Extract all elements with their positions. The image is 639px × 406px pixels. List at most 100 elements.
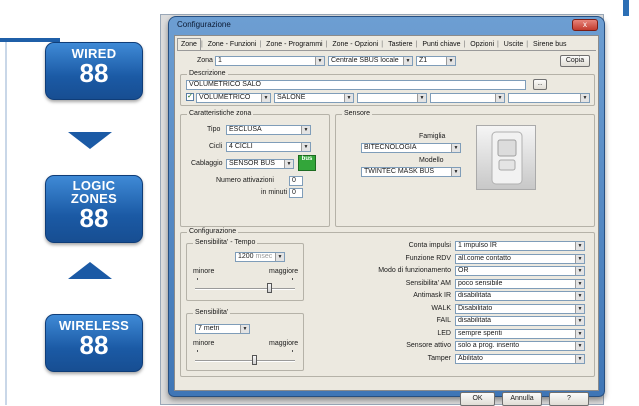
descrizione-select-2[interactable]: SALONE ▼: [274, 93, 354, 103]
param-select[interactable]: 1 impulso IR ▼: [455, 241, 585, 251]
minuti-input[interactable]: 0: [289, 188, 303, 198]
param-value: 1 impulso IR: [458, 242, 497, 249]
param-select[interactable]: OR ▼: [455, 266, 585, 276]
chevron-down-icon: ▼: [495, 94, 504, 102]
sensibilita-slider-thumb[interactable]: [252, 355, 257, 365]
zone-code-select[interactable]: Z1 ▼: [416, 56, 456, 66]
param-select[interactable]: Abilitato ▼: [455, 353, 585, 364]
sens-tempo-title: Sensibilita' - Tempo: [193, 239, 258, 246]
help-button[interactable]: ?: [549, 392, 589, 406]
zona-value: 1: [218, 57, 222, 64]
maggiore-label: maggiore: [269, 340, 299, 347]
tab-zone[interactable]: Zone: [177, 38, 201, 50]
tab-zone-programmi[interactable]: Zone - Programmi: [263, 39, 325, 50]
configurazione-group: Configurazione Sensibilita' - Tempo 1200…: [180, 228, 595, 377]
descrizione-select-4[interactable]: ▼: [430, 93, 505, 103]
param-select[interactable]: solo a prog. inserito ▼: [455, 341, 585, 351]
sens-tempo-value: 1200: [238, 253, 254, 260]
cablaggio-select[interactable]: SENSOR BUS ▼: [226, 159, 294, 169]
title-bar[interactable]: Configurazione x: [169, 17, 604, 34]
tab-zone-opzioni[interactable]: Zone - Opzioni: [329, 39, 381, 50]
param-value: Disabilitato: [458, 304, 493, 312]
param-value: disabilitata: [458, 292, 492, 299]
chevron-down-icon: ▼: [575, 242, 584, 250]
tab-tastiere[interactable]: Tastiere: [385, 39, 416, 50]
caratteristiche-title: Caratteristiche zona: [187, 110, 254, 117]
sens-tempo-group: Sensibilita' - Tempo 1200 msec ▼ minore …: [186, 239, 304, 301]
param-label: Funzione RDV: [405, 254, 451, 262]
badge-logic-zones: LOGIC ZONES 88: [45, 175, 143, 243]
chevron-down-icon: ▼: [301, 126, 310, 134]
chevron-down-icon: ▼: [240, 325, 249, 333]
tab-sirene-bus[interactable]: Sirene bus: [530, 39, 569, 50]
ok-button[interactable]: OK: [460, 392, 495, 406]
sensibilita-value: 7 metri: [198, 325, 220, 332]
descrizione-select-1[interactable]: VOLUMETRICO ▼: [196, 93, 271, 103]
sensibilita-title: Sensibilita': [193, 309, 231, 316]
sensore-title: Sensore: [342, 110, 373, 117]
sens-tempo-unit: msec: [255, 253, 273, 260]
decorative-corner: [623, 0, 629, 16]
tab-uscite[interactable]: Uscite: [501, 39, 526, 50]
zona-select[interactable]: 1 ▼: [215, 56, 325, 66]
sensibilita-select[interactable]: 7 metri ▼: [195, 324, 250, 334]
close-button[interactable]: x: [572, 19, 598, 31]
descrizione-select-5[interactable]: ▼: [508, 93, 590, 103]
sensibilita-slider[interactable]: [195, 360, 295, 362]
param-label: Sensore attivo: [406, 342, 451, 349]
centrale-value: Centrale SBUS locale: [331, 57, 399, 64]
badge-wired: WIRED 88: [45, 42, 143, 100]
maggiore-label: maggiore: [269, 268, 299, 275]
chevron-down-icon: ▼: [575, 354, 584, 363]
keyboard-button[interactable]: ...: [533, 79, 547, 90]
descrizione-input[interactable]: VOLUMETRICO SALO: [186, 80, 526, 90]
param-label: Tamper: [427, 354, 451, 362]
param-select[interactable]: disabilitata ▼: [455, 316, 585, 326]
param-select[interactable]: poco sensibile ▼: [455, 278, 585, 289]
sens-tempo-slider-thumb[interactable]: [267, 283, 272, 293]
famiglia-select[interactable]: BITECNOLOGIA ▼: [361, 143, 461, 153]
minuti-label: in minuti: [261, 189, 288, 196]
param-select[interactable]: sempre spenti ▼: [455, 328, 585, 339]
sensore-group: Sensore Famiglia BITECNOLOGIA ▼ Modello T…: [335, 110, 595, 227]
param-select[interactable]: disabilitata ▼: [455, 291, 585, 301]
caratteristiche-group: Caratteristiche zona Tipo ESCLUSA ▼ Cicli…: [180, 110, 330, 227]
chevron-down-icon: [68, 132, 112, 149]
tab-zone-funzioni[interactable]: Zone - Funzioni: [205, 39, 260, 50]
chevron-down-icon: ▼: [575, 292, 584, 300]
centrale-select[interactable]: Centrale SBUS locale ▼: [328, 56, 413, 66]
select-value: SALONE: [277, 94, 306, 101]
param-label: FAIL: [436, 317, 451, 324]
attivazioni-input[interactable]: 0: [289, 176, 303, 186]
param-select[interactable]: Disabilitato ▼: [455, 303, 585, 314]
param-label: WALK: [431, 304, 451, 312]
badge-number: 88: [79, 58, 109, 88]
descrizione-checkbox[interactable]: ✓: [186, 93, 194, 101]
zone-code-value: Z1: [419, 57, 428, 64]
sensor-image: [476, 125, 536, 190]
annulla-button[interactable]: Annulla: [502, 392, 542, 406]
close-icon: x: [583, 20, 587, 29]
cicli-select[interactable]: 4 CICLI ▼: [226, 142, 311, 152]
zona-label: Zona: [197, 57, 213, 64]
motion-sensor-icon: [491, 131, 523, 185]
descrizione-select-3[interactable]: ▼: [357, 93, 427, 103]
chevron-down-icon: ▼: [446, 57, 455, 65]
sens-tempo-slider[interactable]: [195, 288, 295, 290]
tipo-label: Tipo: [207, 126, 221, 133]
modello-select[interactable]: TWINTEC MASK BUS ▼: [361, 167, 461, 177]
badge-wireless: WIRELESS 88: [45, 314, 143, 372]
param-select[interactable]: all.come contatto ▼: [455, 253, 585, 264]
tipo-select[interactable]: ESCLUSA ▼: [226, 125, 311, 135]
chevron-down-icon: ▼: [575, 342, 584, 350]
sens-tempo-select[interactable]: 1200 msec ▼: [235, 252, 285, 262]
famiglia-label: Famiglia: [419, 133, 446, 140]
chevron-down-icon: ▼: [301, 143, 310, 151]
tab-opzioni[interactable]: Opzioni: [467, 39, 497, 50]
chevron-up-icon: [68, 262, 112, 279]
minore-label: minore: [193, 340, 215, 347]
tab-bar: Zone | Zone - Funzioni | Zone - Programmi |…: [177, 38, 596, 51]
slider-tick: [197, 278, 198, 280]
copia-button[interactable]: Copia: [560, 55, 590, 67]
tab-punti-chiave[interactable]: Punti chiave: [419, 39, 463, 50]
